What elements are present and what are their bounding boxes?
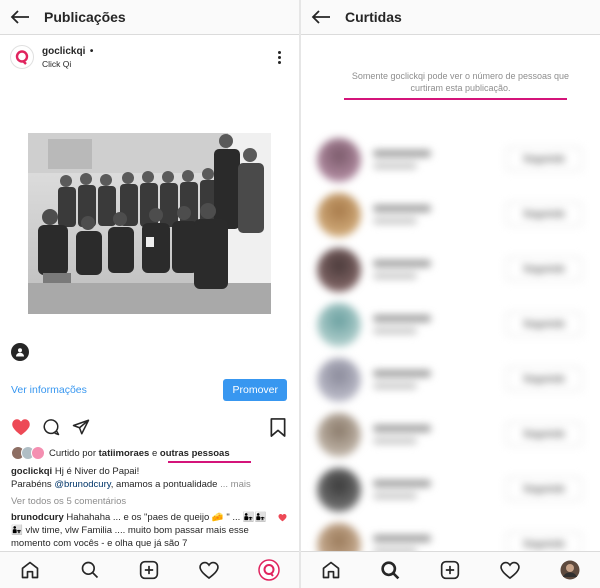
avatar xyxy=(317,247,361,292)
avatar xyxy=(317,137,361,182)
list-item[interactable]: Seguindo xyxy=(301,132,600,187)
list-item[interactable]: Seguindo xyxy=(301,242,600,297)
following-button[interactable]: Seguindo xyxy=(506,422,582,446)
heart-filled-icon xyxy=(12,419,30,436)
heart-icon xyxy=(500,561,521,579)
search-icon xyxy=(81,561,98,579)
following-button[interactable]: Seguindo xyxy=(506,477,582,501)
likers-list: Seguindo Seguindo Seguindo Seguindo Segu… xyxy=(301,132,600,572)
share-button[interactable] xyxy=(70,416,92,438)
avatar[interactable] xyxy=(10,45,34,69)
nav-search[interactable] xyxy=(78,558,102,582)
following-button[interactable]: Seguindo xyxy=(506,312,582,336)
liked-by-prefix: Curtido por xyxy=(49,447,96,459)
following-button[interactable]: Seguindo xyxy=(506,257,582,281)
avatar xyxy=(317,412,361,457)
nav-profile[interactable] xyxy=(558,558,582,582)
liked-by-connector: e xyxy=(151,447,158,459)
following-button[interactable]: Seguindo xyxy=(506,202,582,226)
post-actions xyxy=(10,416,289,438)
bottom-nav xyxy=(301,551,600,588)
nav-search[interactable] xyxy=(379,558,403,582)
comment-icon xyxy=(43,419,60,436)
caption-author[interactable]: goclickqi xyxy=(11,466,52,477)
profile-icon xyxy=(560,560,580,580)
nav-profile[interactable] xyxy=(257,558,281,582)
nav-activity[interactable] xyxy=(197,558,221,582)
top-bar: Publicações xyxy=(0,0,299,35)
liked-by-row[interactable]: Curtido por tatiimoraes e outras pessoas xyxy=(11,444,289,462)
page-title: Curtidas xyxy=(345,9,402,25)
list-item[interactable]: Seguindo xyxy=(301,297,600,352)
comment-like-icon[interactable] xyxy=(278,513,287,522)
more-options-icon[interactable] xyxy=(273,47,285,67)
nav-home[interactable] xyxy=(18,558,42,582)
liker-avatars xyxy=(11,446,45,460)
back-button[interactable] xyxy=(0,0,40,35)
likes-screen: Curtidas Somente goclickqi pode ver o nú… xyxy=(301,0,600,588)
nav-activity[interactable] xyxy=(498,558,522,582)
liked-by-others[interactable]: outras pessoas xyxy=(160,448,230,459)
highlight-underline xyxy=(168,461,251,463)
heart-icon xyxy=(199,561,220,579)
post-username[interactable]: goclickqi xyxy=(42,46,85,57)
bottom-nav xyxy=(0,551,299,588)
following-button[interactable]: Seguindo xyxy=(506,147,582,171)
caption-line2-end: , amamos a pontualidade xyxy=(110,479,218,490)
comment-button[interactable] xyxy=(40,416,62,438)
view-insights-link[interactable]: Ver informações xyxy=(11,384,87,396)
liked-by-user[interactable]: tatiimoraes xyxy=(99,448,150,459)
post-photo[interactable] xyxy=(28,133,271,314)
nav-add[interactable] xyxy=(137,558,161,582)
save-button[interactable] xyxy=(267,416,289,438)
search-icon xyxy=(381,560,400,579)
highlight-underline xyxy=(344,98,567,100)
post-screen: Publicações goclickqi • Click Qi Ver inf… xyxy=(0,0,299,588)
list-item[interactable]: Seguindo xyxy=(301,187,600,242)
nav-add[interactable] xyxy=(438,558,462,582)
avatar xyxy=(317,302,361,347)
post-location[interactable]: Click Qi xyxy=(42,58,93,70)
top-bar: Curtidas xyxy=(301,0,600,35)
privacy-notice: Somente goclickqi pode ver o número de p… xyxy=(351,71,570,93)
avatar xyxy=(317,357,361,402)
avatar xyxy=(317,192,361,237)
username-dot: • xyxy=(89,46,94,57)
caption-line2-start: Parabéns xyxy=(11,479,52,490)
back-arrow-icon xyxy=(10,10,29,24)
home-icon xyxy=(21,561,39,579)
post-caption: goclickqi Hj é Niver do Papai! Parabéns … xyxy=(11,465,289,491)
back-button[interactable] xyxy=(301,0,341,35)
comment-item: brunodcury Hahahaha ... e os "paes de qu… xyxy=(11,511,277,550)
caption-mention[interactable]: @brunodcury xyxy=(54,479,110,490)
add-icon xyxy=(140,560,159,580)
home-icon xyxy=(322,561,340,579)
back-arrow-icon xyxy=(311,10,330,24)
view-all-comments-link[interactable]: Ver todos os 5 comentários xyxy=(11,496,126,507)
list-item[interactable]: Seguindo xyxy=(301,462,600,517)
avatar xyxy=(317,467,361,512)
click-qi-logo-icon xyxy=(15,50,29,65)
bookmark-icon xyxy=(270,417,286,437)
caption-more[interactable]: ... mais xyxy=(220,479,251,490)
list-item[interactable]: Seguindo xyxy=(301,352,600,407)
list-item[interactable]: Seguindo xyxy=(301,407,600,462)
page-title: Publicações xyxy=(44,9,126,25)
nav-home[interactable] xyxy=(319,558,343,582)
group-photo-image xyxy=(28,133,271,314)
tagged-user-icon[interactable] xyxy=(11,343,29,361)
comment-author[interactable]: brunodcury xyxy=(11,512,64,523)
paper-plane-icon xyxy=(72,419,90,435)
promote-button[interactable]: Promover xyxy=(223,379,287,401)
caption-line1: Hj é Niver do Papai! xyxy=(54,466,140,477)
profile-icon xyxy=(258,559,280,581)
post-header: goclickqi • Click Qi xyxy=(10,42,289,72)
add-icon xyxy=(441,560,460,580)
following-button[interactable]: Seguindo xyxy=(506,367,582,391)
like-button[interactable] xyxy=(10,416,32,438)
